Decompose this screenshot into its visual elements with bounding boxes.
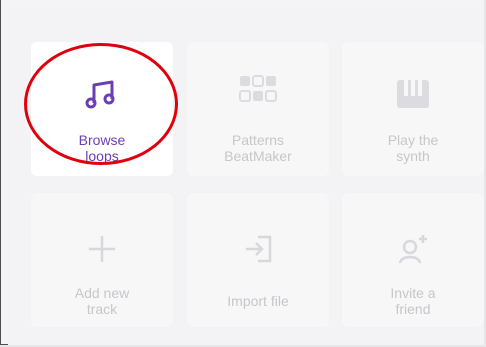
add-new-track-label: Add new track — [74, 285, 130, 317]
patterns-grid-icon — [236, 72, 280, 116]
invite-friend-tile[interactable]: Invite a friend — [342, 193, 484, 327]
patterns-beatmaker-tile[interactable]: Patterns BeatMaker — [187, 42, 329, 176]
import-file-label: Import file — [227, 293, 289, 309]
browse-loops-label: Browse loops — [78, 132, 126, 164]
add-person-icon — [391, 227, 435, 271]
invite-friend-label: Invite a friend — [390, 285, 436, 317]
play-synth-label: Play the synth — [387, 132, 439, 164]
browse-loops-tile[interactable]: Browse loops — [31, 42, 173, 176]
patterns-beatmaker-label: Patterns BeatMaker — [224, 132, 292, 164]
import-icon — [236, 227, 280, 271]
plus-icon — [80, 227, 124, 271]
play-synth-tile[interactable]: Play the synth — [342, 42, 484, 176]
music-note-icon — [80, 72, 124, 116]
add-new-track-tile[interactable]: Add new track — [31, 193, 173, 327]
import-file-tile[interactable]: Import file — [187, 193, 329, 327]
piano-keys-icon — [391, 72, 435, 116]
